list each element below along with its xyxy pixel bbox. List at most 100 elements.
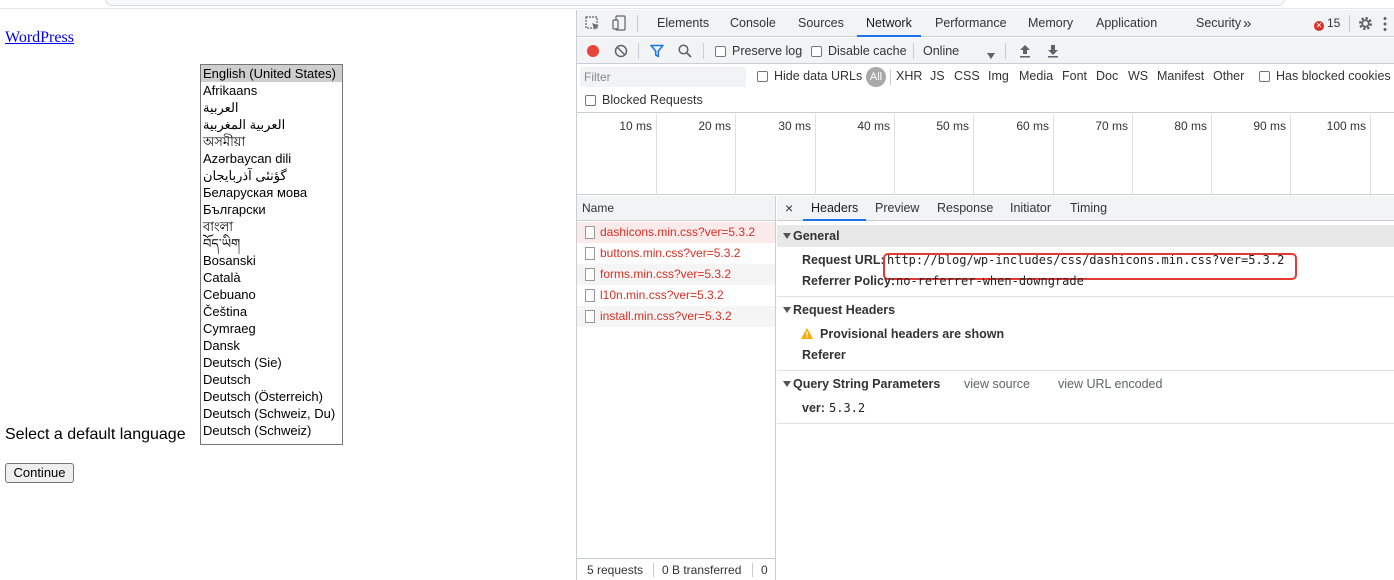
address-bar[interactable] (105, 0, 1285, 6)
language-option[interactable]: Azərbaycan dili (201, 150, 342, 167)
language-option[interactable]: Беларуская мова (201, 184, 342, 201)
more-options-icon[interactable] (1383, 16, 1387, 35)
language-option[interactable]: English (United States) (201, 65, 342, 82)
request-list: Name dashicons.min.css?ver=5.3.2 buttons… (577, 196, 776, 580)
view-url-encoded-link[interactable]: view URL encoded (1058, 377, 1162, 391)
filter-type-other[interactable]: Other (1213, 69, 1244, 83)
error-counter[interactable]: ✕ 15 (1314, 16, 1340, 31)
tab-headers[interactable]: Headers (803, 196, 867, 221)
tab-security[interactable]: Security (1196, 10, 1241, 37)
language-option[interactable]: Deutsch (Schweiz) (201, 422, 342, 439)
tab-console[interactable]: Console (730, 10, 776, 37)
file-icon (585, 310, 595, 323)
close-detail-button[interactable]: × (785, 196, 793, 221)
language-option[interactable]: Afrikaans (201, 82, 342, 99)
language-option[interactable]: Deutsch (201, 371, 342, 388)
language-option[interactable]: Čeština (201, 303, 342, 320)
timeline-tick-label: 80 ms (1174, 119, 1207, 133)
filter-type-all[interactable]: All (866, 67, 886, 87)
language-option[interactable]: Български (201, 201, 342, 218)
language-option[interactable]: العربية المغربية (201, 116, 342, 133)
tab-memory[interactable]: Memory (1028, 10, 1073, 37)
request-headers-section-header[interactable]: Request Headers (777, 299, 1394, 321)
inspect-element-icon[interactable] (585, 16, 600, 34)
tab-sources[interactable]: Sources (798, 10, 844, 37)
filter-type-css[interactable]: CSS (954, 69, 980, 83)
filter-type-js[interactable]: JS (930, 69, 945, 83)
continue-button[interactable]: Continue (5, 463, 74, 483)
language-select[interactable]: English (United States) Afrikaans العربية ا… (200, 64, 343, 445)
warning-icon (801, 328, 813, 342)
more-tabs-button[interactable]: » (1243, 10, 1251, 37)
import-har-icon[interactable] (1019, 44, 1031, 61)
filter-type-img[interactable]: Img (988, 69, 1009, 83)
search-icon[interactable] (678, 44, 692, 61)
throttling-select[interactable]: Online (923, 44, 959, 58)
request-row[interactable]: dashicons.min.css?ver=5.3.2 (577, 222, 775, 243)
filter-type-xhr[interactable]: XHR (896, 69, 922, 83)
filter-type-manifest[interactable]: Manifest (1157, 69, 1204, 83)
toolbar-divider (913, 43, 914, 59)
hide-data-urls-checkbox[interactable] (757, 71, 768, 82)
language-option[interactable]: བོད་ཡིག (201, 235, 342, 252)
filter-divider (890, 69, 891, 85)
language-option[interactable]: Català (201, 269, 342, 286)
export-har-icon[interactable] (1047, 44, 1059, 61)
record-icon[interactable] (586, 44, 600, 61)
expand-triangle-icon (783, 381, 791, 387)
language-option[interactable]: Deutsch (Schweiz, Du) (201, 405, 342, 422)
filter-type-doc[interactable]: Doc (1096, 69, 1118, 83)
tab-performance[interactable]: Performance (935, 10, 1007, 37)
tab-timing[interactable]: Timing (1070, 196, 1107, 221)
tab-initiator[interactable]: Initiator (1010, 196, 1051, 221)
filter-type-font[interactable]: Font (1062, 69, 1087, 83)
language-option[interactable]: العربية (201, 99, 342, 116)
view-source-link[interactable]: view source (964, 377, 1030, 391)
settings-gear-icon[interactable] (1357, 15, 1374, 35)
language-option[interactable]: Deutsch (Sie) (201, 354, 342, 371)
timeline-gridline (656, 114, 657, 195)
network-timeline[interactable]: 10 ms 20 ms 30 ms 40 ms 50 ms 60 ms 70 ms 80 ms… (577, 114, 1394, 195)
timeline-gridline (1053, 114, 1054, 195)
request-row[interactable]: l10n.min.css?ver=5.3.2 (577, 285, 775, 306)
tab-preview[interactable]: Preview (875, 196, 919, 221)
blocked-requests-checkbox[interactable] (585, 95, 596, 106)
language-option[interactable]: Bosanski (201, 252, 342, 269)
filter-icon[interactable] (650, 44, 664, 61)
language-option[interactable]: Dansk (201, 337, 342, 354)
language-option[interactable]: অসমীয়া (201, 133, 342, 150)
language-option[interactable]: Cymraeg (201, 320, 342, 337)
language-option[interactable]: گؤنئی آذربایجان (201, 167, 342, 184)
tab-application[interactable]: Application (1096, 10, 1157, 37)
language-option[interactable]: Deutsch (Österreich) (201, 388, 342, 405)
hide-data-urls-label: Hide data URLs (774, 69, 863, 83)
device-toolbar-icon[interactable] (612, 15, 627, 34)
filter-type-ws[interactable]: WS (1128, 69, 1148, 83)
clear-icon[interactable] (614, 44, 628, 61)
disable-cache-checkbox[interactable] (811, 46, 822, 57)
timeline-tick-label: 70 ms (1095, 119, 1128, 133)
timeline-tick-label: 100 ms (1326, 119, 1366, 133)
devtools-tab-bar: Elements Console Sources Network Perform… (577, 10, 1394, 37)
file-icon (585, 268, 595, 281)
error-icon: ✕ (1314, 21, 1324, 31)
toolbar-divider (703, 43, 704, 59)
tab-response[interactable]: Response (937, 196, 993, 221)
chevron-down-icon[interactable] (987, 48, 995, 62)
request-row[interactable]: buttons.min.css?ver=5.3.2 (577, 243, 775, 264)
tab-elements[interactable]: Elements (657, 10, 709, 37)
name-column-header[interactable]: Name (577, 196, 775, 221)
language-option[interactable]: Cebuano (201, 286, 342, 303)
filter-input[interactable]: Filter (580, 67, 746, 87)
wordpress-link[interactable]: WordPress (5, 29, 74, 47)
status-extra: 0 (761, 563, 768, 577)
request-row[interactable]: install.min.css?ver=5.3.2 (577, 306, 775, 327)
general-section-header[interactable]: General (777, 225, 1394, 247)
request-row[interactable]: forms.min.css?ver=5.3.2 (577, 264, 775, 285)
filter-type-media[interactable]: Media (1019, 69, 1053, 83)
tab-network[interactable]: Network (857, 10, 921, 37)
preserve-log-checkbox[interactable] (715, 46, 726, 57)
has-blocked-cookies-checkbox[interactable] (1259, 71, 1270, 82)
language-option[interactable]: বাংলা (201, 218, 342, 235)
transferred-size: 0 B transferred (662, 563, 742, 577)
